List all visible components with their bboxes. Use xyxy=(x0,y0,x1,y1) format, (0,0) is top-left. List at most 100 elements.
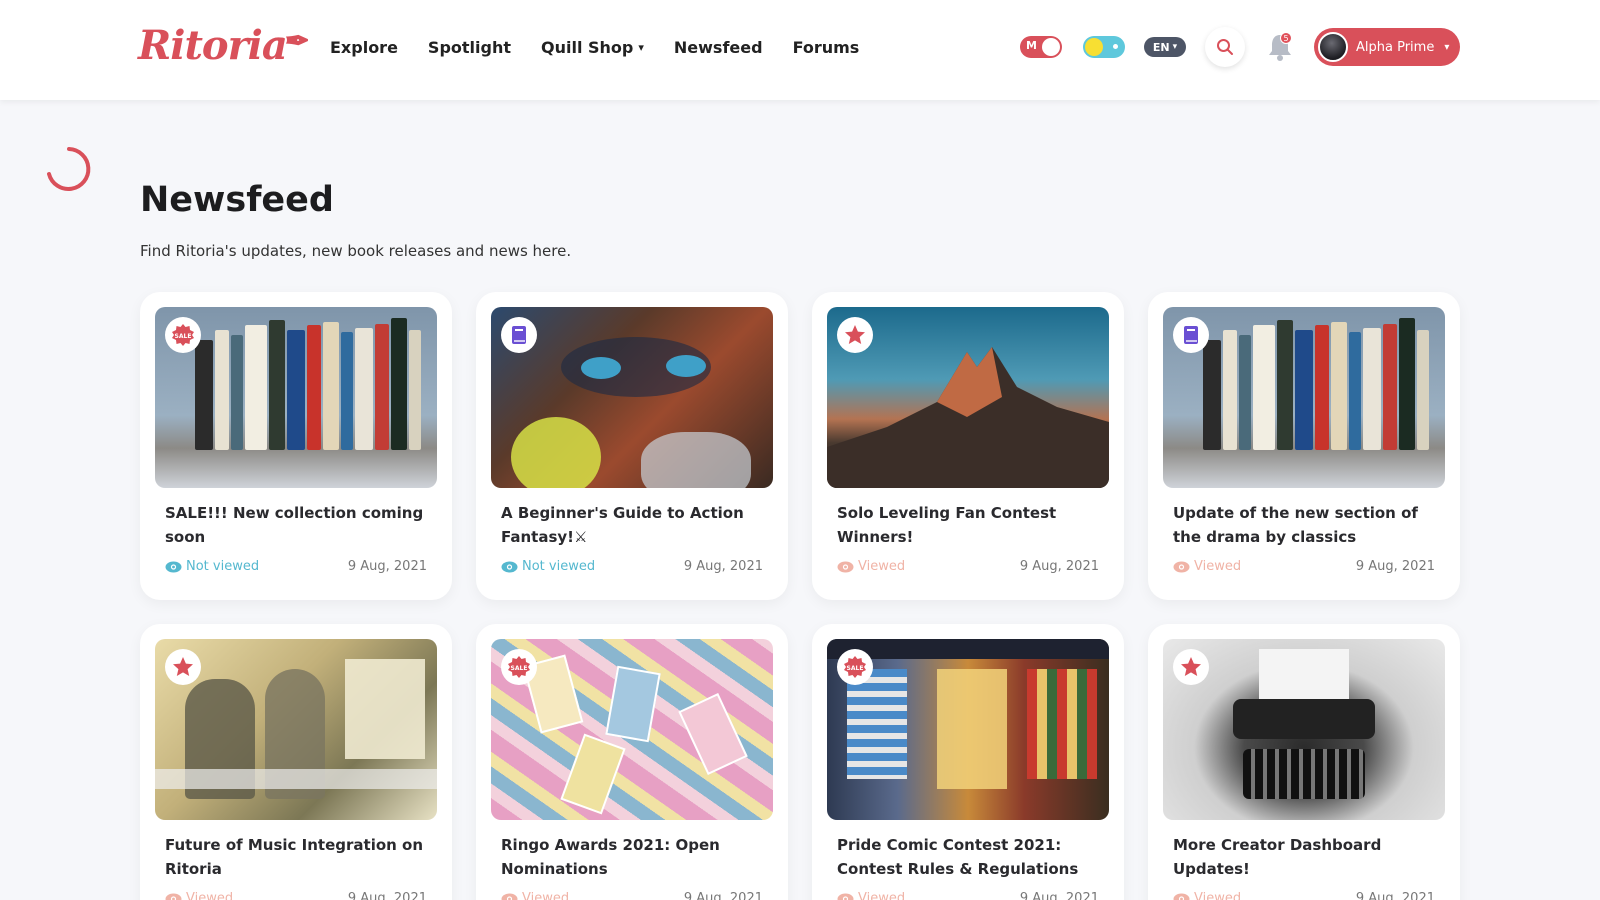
thumbnail-comic-graffiti xyxy=(491,307,773,488)
card-meta: Not viewed 9 Aug, 2021 xyxy=(165,559,427,574)
thumbnail-sketch-illustration xyxy=(155,639,437,820)
eye-icon xyxy=(837,561,854,572)
view-status-label: Viewed xyxy=(522,891,570,900)
news-card[interactable]: SALE Pride Comic Contest 2021: Contest R… xyxy=(812,624,1124,900)
news-card[interactable]: Update of the new section of the drama b… xyxy=(1148,292,1460,600)
card-badge: SALE xyxy=(501,649,537,685)
news-card[interactable]: A Beginner's Guide to Action Fantasy!⚔ N… xyxy=(476,292,788,600)
avatar xyxy=(1318,32,1348,62)
card-date: 9 Aug, 2021 xyxy=(1355,559,1435,574)
page-subtitle: Find Ritoria's updates, new book release… xyxy=(140,242,572,260)
card-badge xyxy=(837,317,873,353)
toggle-dot xyxy=(1113,44,1118,49)
top-header: Ritoria✒ Explore Spotlight Quill Shop ▾ N… xyxy=(0,0,1600,100)
card-title: More Creator Dashboard Updates! xyxy=(1173,836,1382,878)
card-meta: Viewed 9 Aug, 2021 xyxy=(501,891,763,900)
logo-text: Ritoria xyxy=(138,22,288,69)
eye-icon xyxy=(501,893,518,900)
card-badge xyxy=(1173,317,1209,353)
view-status-label: Not viewed xyxy=(186,559,260,574)
nav-explore[interactable]: Explore xyxy=(330,38,398,57)
card-meta: Viewed 9 Aug, 2021 xyxy=(837,559,1099,574)
nav-quill-shop-label: Quill Shop xyxy=(541,38,634,57)
thumbnail-bookshelf xyxy=(1163,307,1445,488)
search-icon xyxy=(1217,39,1233,55)
news-card[interactable]: SALE SALE!!! New collection coming soon … xyxy=(140,292,452,600)
user-name: Alpha Prime xyxy=(1356,39,1435,55)
mode-toggle-label: M xyxy=(1026,39,1037,52)
thumbnail-bookshelf: SALE xyxy=(155,307,437,488)
card-title: SALE!!! New collection coming soon xyxy=(165,504,424,546)
thumbnail-mountain xyxy=(827,307,1109,488)
sale-icon: SALE xyxy=(508,656,530,678)
card-meta: Viewed 9 Aug, 2021 xyxy=(1173,559,1435,574)
star-icon xyxy=(1181,657,1201,676)
card-date: 9 Aug, 2021 xyxy=(347,559,427,574)
card-badge: SALE xyxy=(837,649,873,685)
book-icon xyxy=(1184,326,1198,344)
language-select[interactable]: EN ▾ xyxy=(1144,37,1186,57)
view-status: Viewed xyxy=(1173,559,1241,574)
card-date: 9 Aug, 2021 xyxy=(347,891,427,900)
view-status-label: Viewed xyxy=(186,891,234,900)
chevron-down-icon: ▾ xyxy=(1444,41,1450,53)
book-icon xyxy=(512,326,526,344)
nav-spotlight[interactable]: Spotlight xyxy=(428,38,511,57)
view-status-label: Viewed xyxy=(858,891,906,900)
card-meta: Viewed 9 Aug, 2021 xyxy=(165,891,427,900)
view-status-label: Viewed xyxy=(1194,559,1242,574)
card-title: Solo Leveling Fan Contest Winners! xyxy=(837,504,1057,546)
card-badge xyxy=(501,317,537,353)
view-status-label: Not viewed xyxy=(522,559,596,574)
search-button[interactable] xyxy=(1205,27,1245,67)
nav-forums[interactable]: Forums xyxy=(793,38,860,57)
view-status: Not viewed xyxy=(165,559,259,574)
sun-icon xyxy=(1085,38,1103,56)
thumbnail-tarot-cards: SALE xyxy=(491,639,773,820)
card-date: 9 Aug, 2021 xyxy=(683,559,763,574)
nav-newsfeed-label: Newsfeed xyxy=(673,38,763,57)
card-title: Ringo Awards 2021: Open Nominations xyxy=(501,836,720,878)
view-status: Viewed xyxy=(837,891,905,900)
view-status: Viewed xyxy=(1173,891,1241,900)
chevron-down-icon: ▾ xyxy=(638,41,644,54)
view-status-label: Viewed xyxy=(858,559,906,574)
news-card[interactable]: Solo Leveling Fan Contest Winners! Viewe… xyxy=(812,292,1124,600)
card-badge xyxy=(165,649,201,685)
news-card[interactable]: SALE Ringo Awards 2021: Open Nominations… xyxy=(476,624,788,900)
card-meta: Viewed 9 Aug, 2021 xyxy=(1173,891,1435,900)
card-title: Future of Music Integration on Ritoria xyxy=(165,836,424,878)
nav-quill-shop[interactable]: Quill Shop ▾ xyxy=(541,38,644,57)
card-date: 9 Aug, 2021 xyxy=(1355,891,1435,900)
thumbnail-comic-store: SALE xyxy=(827,639,1109,820)
loading-spinner-icon xyxy=(47,147,91,191)
card-date: 9 Aug, 2021 xyxy=(1019,559,1099,574)
view-status: Not viewed xyxy=(501,559,595,574)
card-title: Update of the new section of the drama b… xyxy=(1173,504,1418,546)
nav-newsfeed[interactable]: Newsfeed xyxy=(674,38,763,57)
card-title: A Beginner's Guide to Action Fantasy!⚔ xyxy=(501,504,744,546)
eye-icon xyxy=(1173,561,1190,572)
theme-toggle[interactable] xyxy=(1083,36,1125,58)
notification-badge: 5 xyxy=(1280,32,1292,44)
card-meta: Not viewed 9 Aug, 2021 xyxy=(501,559,763,574)
main-nav: Explore Spotlight Quill Shop ▾ Newsfeed F… xyxy=(330,38,859,57)
nav-spotlight-label: Spotlight xyxy=(427,38,511,57)
mode-toggle[interactable]: M xyxy=(1020,36,1062,58)
star-icon xyxy=(173,657,193,676)
news-card[interactable]: More Creator Dashboard Updates! Viewed 9… xyxy=(1148,624,1460,900)
user-menu[interactable]: Alpha Prime ▾ xyxy=(1314,28,1460,66)
page-title: Newsfeed xyxy=(140,180,334,220)
sale-icon: SALE xyxy=(844,656,866,678)
view-status: Viewed xyxy=(165,891,233,900)
svg-text:SALE: SALE xyxy=(847,665,864,672)
card-title: Pride Comic Contest 2021: Contest Rules … xyxy=(837,836,1079,878)
card-date: 9 Aug, 2021 xyxy=(683,891,763,900)
news-card[interactable]: Future of Music Integration on Ritoria V… xyxy=(140,624,452,900)
card-badge xyxy=(1173,649,1209,685)
ritoria-logo[interactable]: Ritoria✒ xyxy=(138,22,311,69)
chevron-down-icon: ▾ xyxy=(1172,42,1178,52)
view-status-label: Viewed xyxy=(1194,891,1242,900)
star-icon xyxy=(845,325,865,344)
card-badge: SALE xyxy=(165,317,201,353)
